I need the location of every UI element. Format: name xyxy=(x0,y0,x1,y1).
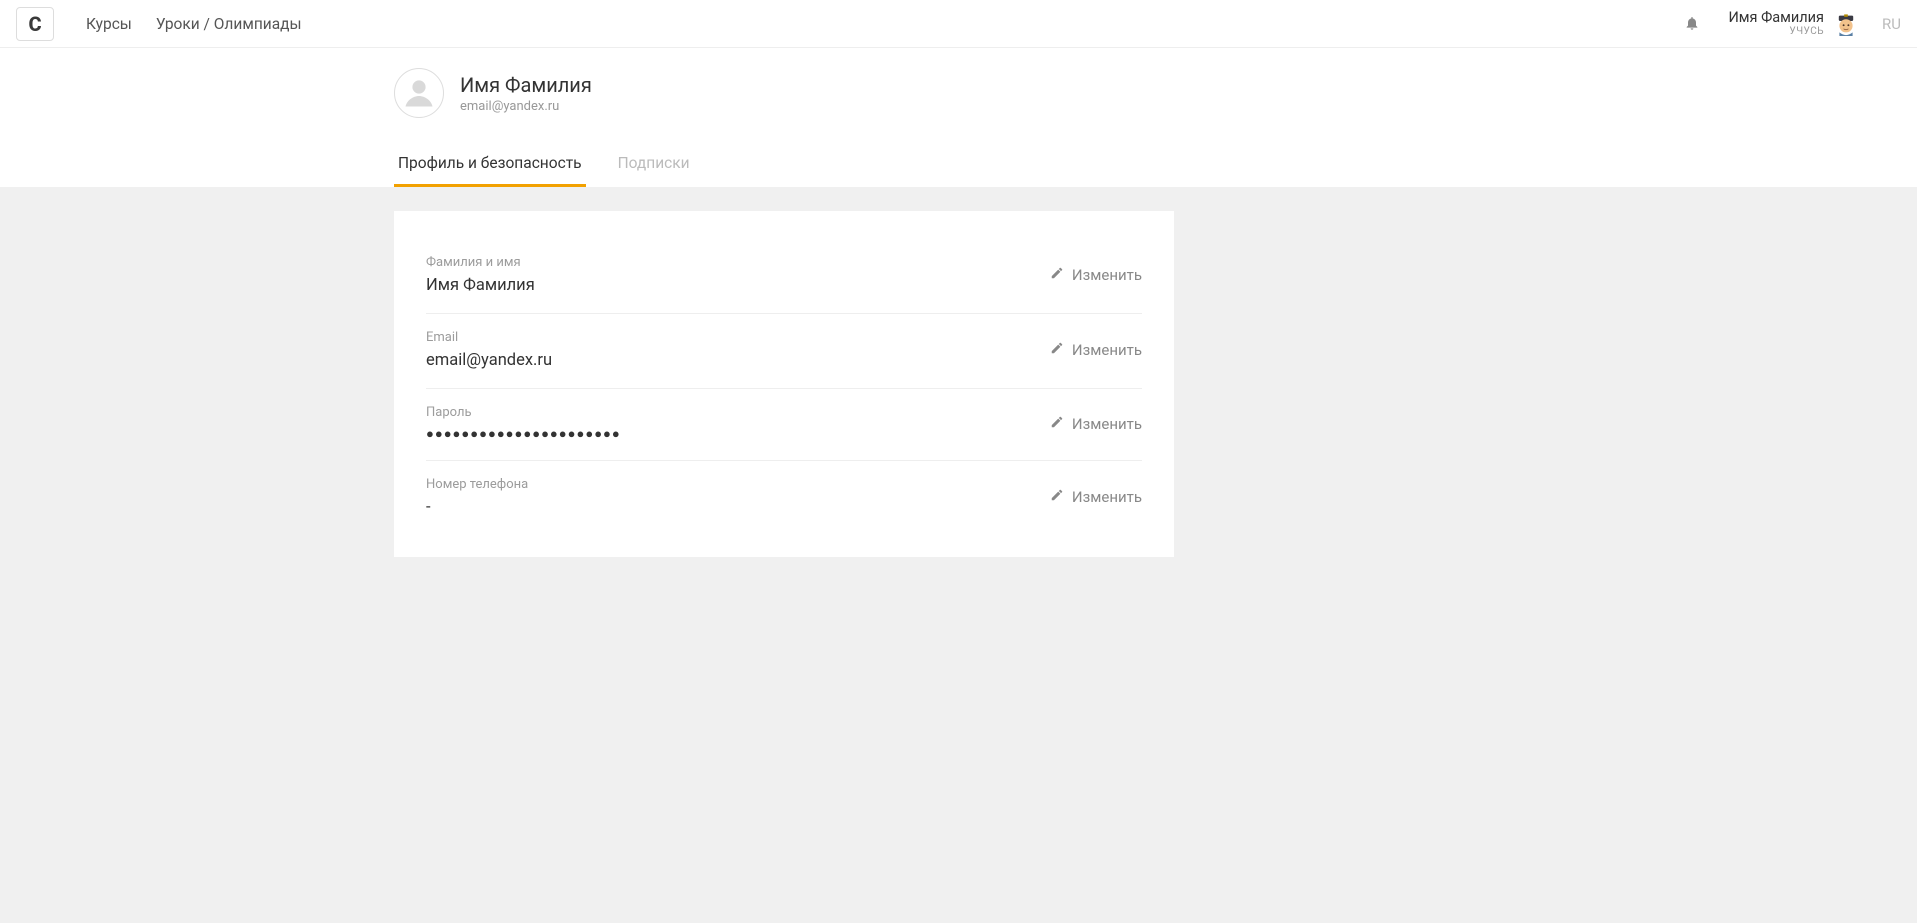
user-menu[interactable]: Имя Фамилия УЧУСЬ xyxy=(1728,10,1858,37)
edit-password-button[interactable]: Изменить xyxy=(1050,415,1142,433)
pencil-icon xyxy=(1050,415,1064,433)
field-phone-label: Номер телефона xyxy=(426,477,1050,492)
field-password: Пароль ●●●●●●●●●●●●●●●●●●●●●● Изменить xyxy=(426,389,1142,461)
field-name: Фамилия и имя Имя Фамилия Изменить xyxy=(426,239,1142,314)
user-role: УЧУСЬ xyxy=(1728,26,1824,37)
field-name-label: Фамилия и имя xyxy=(426,255,1050,270)
bell-icon[interactable] xyxy=(1684,15,1700,33)
pencil-icon xyxy=(1050,266,1064,284)
pencil-icon xyxy=(1050,488,1064,506)
nav-link-courses[interactable]: Курсы xyxy=(86,15,132,33)
field-email: Email email@yandex.ru Изменить xyxy=(426,314,1142,389)
tab-subscriptions[interactable]: Подписки xyxy=(614,146,694,187)
edit-phone-label: Изменить xyxy=(1072,488,1142,506)
topbar: C Курсы Уроки / Олимпиады Имя Фамилия УЧ… xyxy=(0,0,1917,48)
pencil-icon xyxy=(1050,341,1064,359)
profile-email: email@yandex.ru xyxy=(460,99,592,114)
tab-profile-security[interactable]: Профиль и безопасность xyxy=(394,146,586,187)
tabs: Профиль и безопасность Подписки xyxy=(394,146,1174,187)
profile-display-name: Имя Фамилия xyxy=(460,73,592,97)
logo[interactable]: C xyxy=(16,7,54,41)
field-password-label: Пароль xyxy=(426,405,1050,420)
edit-phone-button[interactable]: Изменить xyxy=(1050,488,1142,506)
edit-name-button[interactable]: Изменить xyxy=(1050,266,1142,284)
profile-header-section: Имя Фамилия email@yandex.ru Профиль и бе… xyxy=(0,48,1917,187)
nav-link-lessons[interactable]: Уроки / Олимпиады xyxy=(156,15,302,33)
logo-text: C xyxy=(28,12,41,36)
edit-email-button[interactable]: Изменить xyxy=(1050,341,1142,359)
field-phone-value: - xyxy=(426,498,1050,517)
field-password-value: ●●●●●●●●●●●●●●●●●●●●●● xyxy=(426,426,1050,442)
edit-email-label: Изменить xyxy=(1072,341,1142,359)
nav-links: Курсы Уроки / Олимпиады xyxy=(86,15,302,33)
edit-password-label: Изменить xyxy=(1072,415,1142,433)
language-switch[interactable]: RU xyxy=(1882,15,1901,33)
edit-name-label: Изменить xyxy=(1072,266,1142,284)
profile-card: Фамилия и имя Имя Фамилия Изменить Email… xyxy=(394,211,1174,557)
profile-avatar xyxy=(394,68,444,118)
field-email-value: email@yandex.ru xyxy=(426,351,1050,370)
field-name-value: Имя Фамилия xyxy=(426,276,1050,295)
field-phone: Номер телефона - Изменить xyxy=(426,461,1142,535)
avatar-icon xyxy=(1834,12,1858,36)
user-name: Имя Фамилия xyxy=(1728,10,1824,26)
field-email-label: Email xyxy=(426,330,1050,345)
